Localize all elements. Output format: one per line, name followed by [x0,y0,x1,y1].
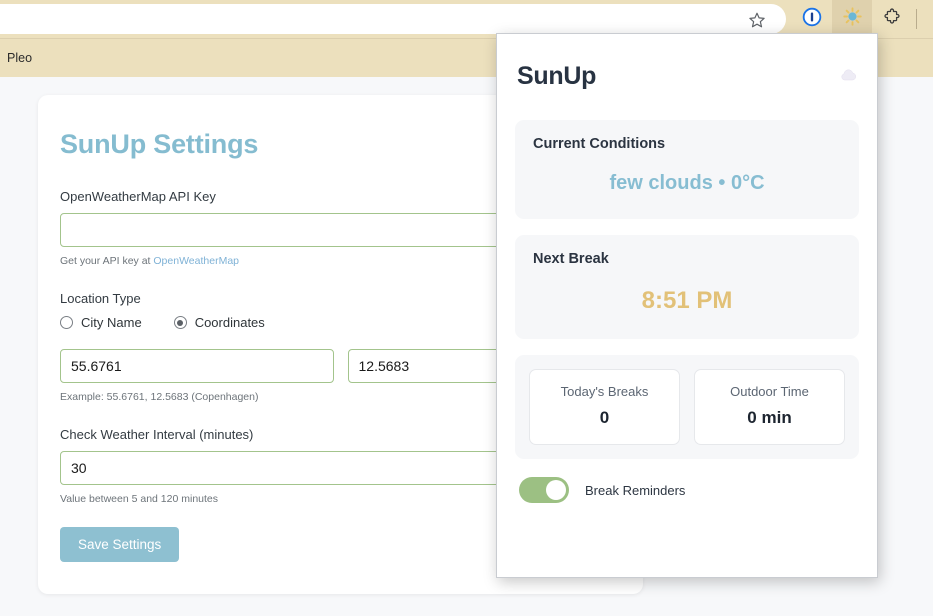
next-break-value: 8:51 PM [641,287,733,314]
radio-label-coordinates: Coordinates [194,315,265,330]
next-break-title: Next Break [533,251,609,267]
popup-header: SunUp [515,62,859,91]
save-settings-button[interactable]: Save Settings [60,527,180,562]
stat-value-todays-breaks: 0 [599,408,610,427]
toolbar-divider [916,9,917,29]
openweathermap-link[interactable]: OpenWeatherMap [153,255,239,267]
stats-panel: Today's Breaks 0 Outdoor Time 0 min [515,355,859,459]
puzzle-piece-icon [883,7,901,31]
break-reminders-toggle[interactable] [519,477,569,503]
current-conditions-panel: Current Conditions few clouds • 0°C [515,120,859,219]
next-break-panel: Next Break 8:51 PM [515,235,859,339]
current-conditions-value: few clouds • 0°C [609,172,765,194]
stat-label-outdoor-time: Outdoor Time [730,384,809,399]
radio-option-coordinates[interactable]: Coordinates [173,315,265,330]
address-bar[interactable] [0,4,786,34]
stat-value-outdoor-time: 0 min [747,408,792,427]
tab-title[interactable]: Pleo [7,51,32,65]
radio-option-city-name[interactable]: City Name [60,315,142,330]
radio-icon-coordinates[interactable] [173,316,187,329]
cloud-icon [840,69,857,84]
stat-card-outdoor-time: Outdoor Time 0 min [694,369,845,445]
stat-label-todays-breaks: Today's Breaks [560,384,649,399]
radio-label-city-name: City Name [81,315,142,330]
stat-card-todays-breaks: Today's Breaks 0 [529,369,680,445]
break-reminders-row: Break Reminders [515,477,859,503]
current-conditions-title: Current Conditions [533,136,666,152]
break-reminders-label: Break Reminders [585,482,686,498]
latitude-input[interactable] [60,349,334,383]
extensions-menu-button[interactable] [872,0,912,38]
one-password-icon [802,7,822,32]
popup-title: SunUp [517,62,597,90]
sunup-popup: SunUp Current Conditions few clouds • 0°… [496,33,878,578]
api-key-hint-text: Get your API key at [60,255,154,267]
star-icon[interactable] [748,11,766,29]
radio-icon-city-name[interactable] [60,316,73,329]
sunup-sun-icon [842,7,862,31]
